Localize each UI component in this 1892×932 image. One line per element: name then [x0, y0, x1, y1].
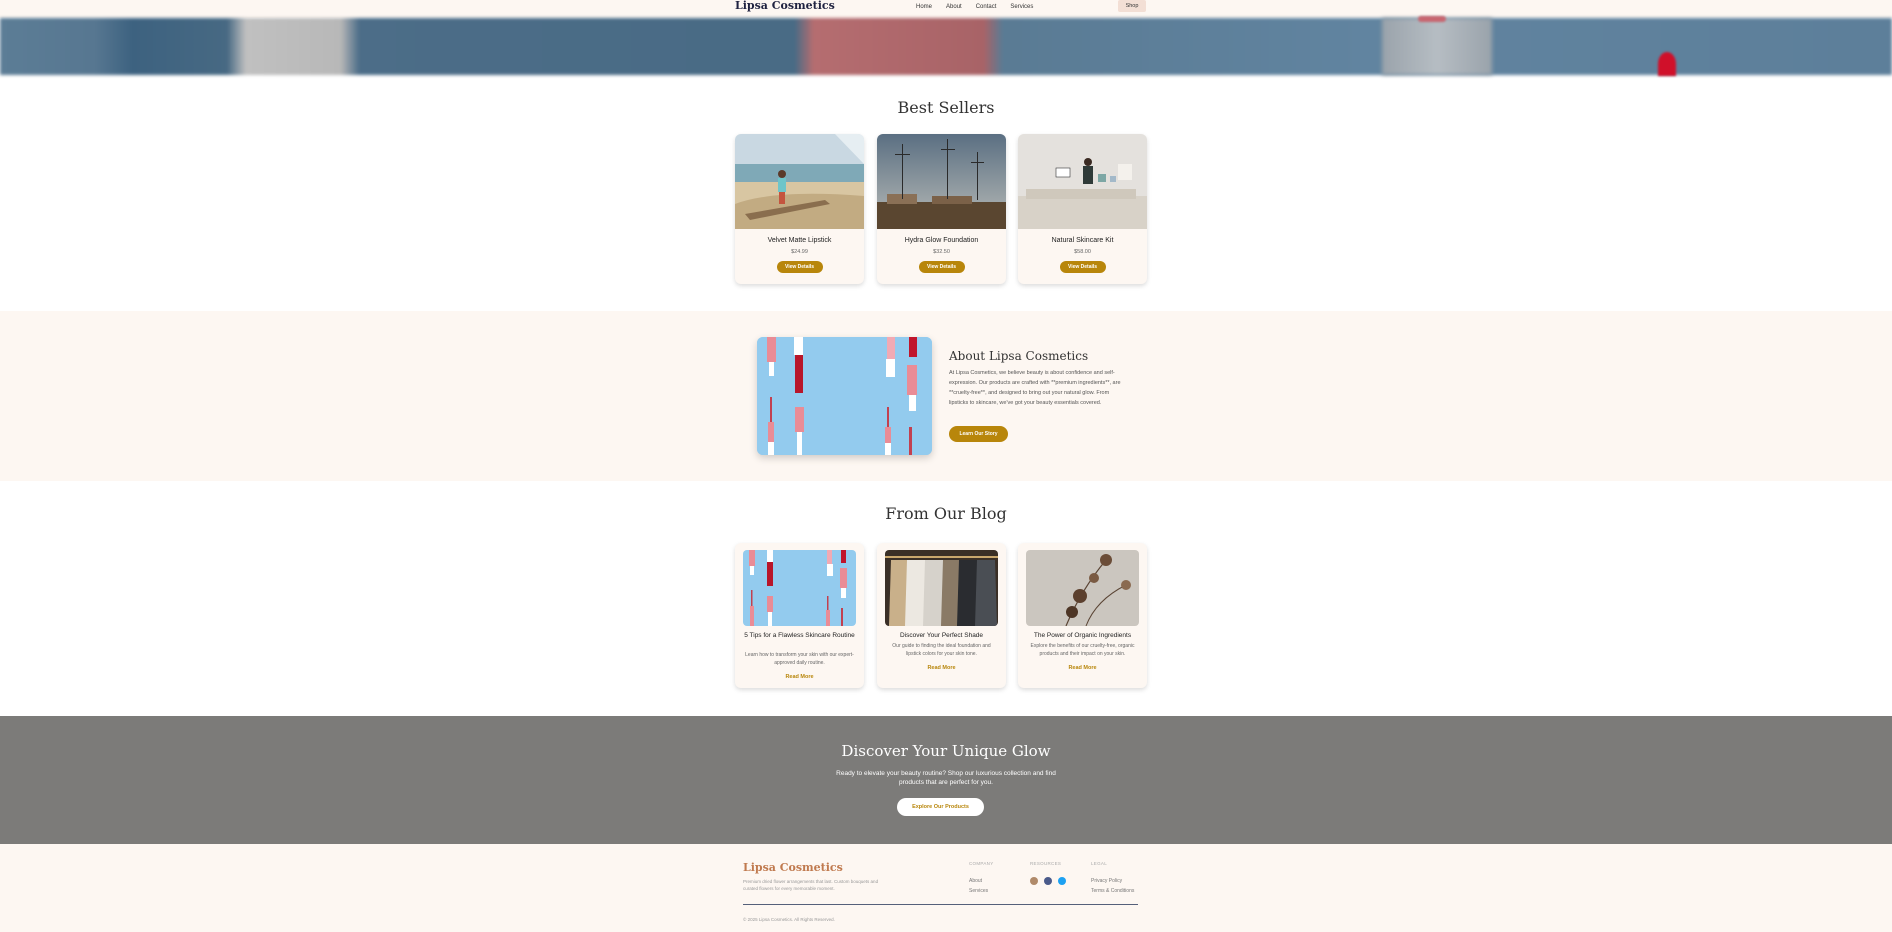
- shop-button[interactable]: Shop: [1118, 0, 1146, 12]
- hero-product-bottle: [1382, 18, 1492, 75]
- blog-post-title[interactable]: The Power of Organic Ingredients: [1026, 631, 1139, 640]
- footer-copyright: © 2025 Lipsa Cosmetics. All Rights Reser…: [743, 917, 835, 922]
- site-logo[interactable]: Lipsa Cosmetics: [735, 0, 835, 12]
- cta-text: Ready to elevate your beauty routine? Sh…: [836, 770, 1056, 786]
- footer-link-about[interactable]: About: [969, 878, 982, 884]
- product-name: Velvet Matte Lipstick: [767, 237, 832, 244]
- product-image-studio: [1018, 134, 1147, 229]
- view-details-button[interactable]: View Details: [918, 261, 965, 273]
- cta-title: Discover Your Unique Glow: [841, 742, 1051, 760]
- cta-section: Discover Your Unique Glow Ready to eleva…: [0, 716, 1892, 844]
- product-card: Velvet Matte Lipstick $24.99 View Detail…: [735, 134, 864, 284]
- product-price: $24.99: [791, 249, 808, 255]
- blog-post-title[interactable]: Discover Your Perfect Shade: [885, 631, 998, 640]
- hero-image: [0, 18, 1892, 75]
- blog-image-dried-flowers: [1026, 550, 1139, 626]
- nav-links: Home About Contact Services: [916, 4, 1033, 10]
- view-details-button[interactable]: View Details: [776, 261, 823, 273]
- footer-logo[interactable]: Lipsa Cosmetics: [743, 861, 843, 874]
- footer-legal-heading: LEGAL: [1091, 861, 1108, 866]
- blog-post-excerpt: Explore the benefits of our cruelty-free…: [1030, 643, 1135, 657]
- footer-link-terms[interactable]: Terms & Conditions: [1091, 888, 1134, 894]
- blog-card: 5 Tips for a Flawless Skincare Routine L…: [735, 543, 864, 688]
- product-image-rooftops: [877, 134, 1006, 229]
- about-section: [0, 311, 1892, 481]
- product-name: Natural Skincare Kit: [1051, 237, 1114, 244]
- blog-post-title[interactable]: 5 Tips for a Flawless Skincare Routine: [743, 631, 856, 640]
- about-title: About Lipsa Cosmetics: [949, 349, 1089, 363]
- blog-card: Discover Your Perfect Shade Our guide to…: [877, 543, 1006, 688]
- social-icon-1[interactable]: [1030, 877, 1038, 885]
- blog-post-excerpt: Our guide to finding the ideal foundatio…: [892, 643, 991, 657]
- nav-link-services[interactable]: Services: [1010, 4, 1033, 10]
- learn-our-story-button[interactable]: Learn Our Story: [949, 426, 1008, 442]
- nav-link-about[interactable]: About: [946, 4, 962, 10]
- social-icon-3[interactable]: [1058, 877, 1066, 885]
- social-icon-2[interactable]: [1044, 877, 1052, 885]
- blog-image-clothes-rack: [885, 550, 998, 626]
- about-image-lip-gloss: [757, 337, 932, 455]
- product-card: Natural Skincare Kit $58.00 View Details: [1018, 134, 1147, 284]
- blog-image-lip-gloss: [743, 550, 856, 626]
- hero-product-tip: [1658, 52, 1676, 76]
- read-more-link[interactable]: Read More: [735, 674, 864, 680]
- footer-company-heading: COMPANY: [969, 861, 994, 866]
- best-sellers-title: Best Sellers: [897, 98, 995, 117]
- nav-link-home[interactable]: Home: [916, 4, 932, 10]
- nav-link-contact[interactable]: Contact: [976, 4, 997, 10]
- product-price: $32.50: [933, 249, 950, 255]
- product-price: $58.00: [1074, 249, 1091, 255]
- view-details-button[interactable]: View Details: [1059, 261, 1106, 273]
- blog-post-excerpt: Learn how to transform your skin with ou…: [745, 652, 854, 666]
- top-nav: Lipsa Cosmetics Home About Contact Servi…: [0, 0, 1892, 18]
- product-image-beach: [735, 134, 864, 229]
- read-more-link[interactable]: Read More: [877, 665, 1006, 671]
- blog-card: The Power of Organic Ingredients Explore…: [1018, 543, 1147, 688]
- read-more-link[interactable]: Read More: [1018, 665, 1147, 671]
- footer-link-privacy[interactable]: Privacy Policy: [1091, 878, 1122, 884]
- product-name: Hydra Glow Foundation: [904, 237, 979, 244]
- about-text: At Lipsa Cosmetics, we believe beauty is…: [949, 370, 1121, 406]
- footer: Lipsa Cosmetics Premium dried flower arr…: [0, 844, 1892, 932]
- footer-divider: [743, 904, 1138, 905]
- hero-product-cap: [1418, 16, 1446, 22]
- footer-tagline: Premium dried flower arrangements that l…: [743, 879, 879, 891]
- footer-link-services[interactable]: Services: [969, 888, 988, 894]
- product-card: Hydra Glow Foundation $32.50 View Detail…: [877, 134, 1006, 284]
- blog-title: From Our Blog: [885, 504, 1007, 523]
- footer-resources-heading: RESOURCES: [1030, 861, 1062, 866]
- explore-products-button[interactable]: Explore Our Products: [897, 798, 984, 816]
